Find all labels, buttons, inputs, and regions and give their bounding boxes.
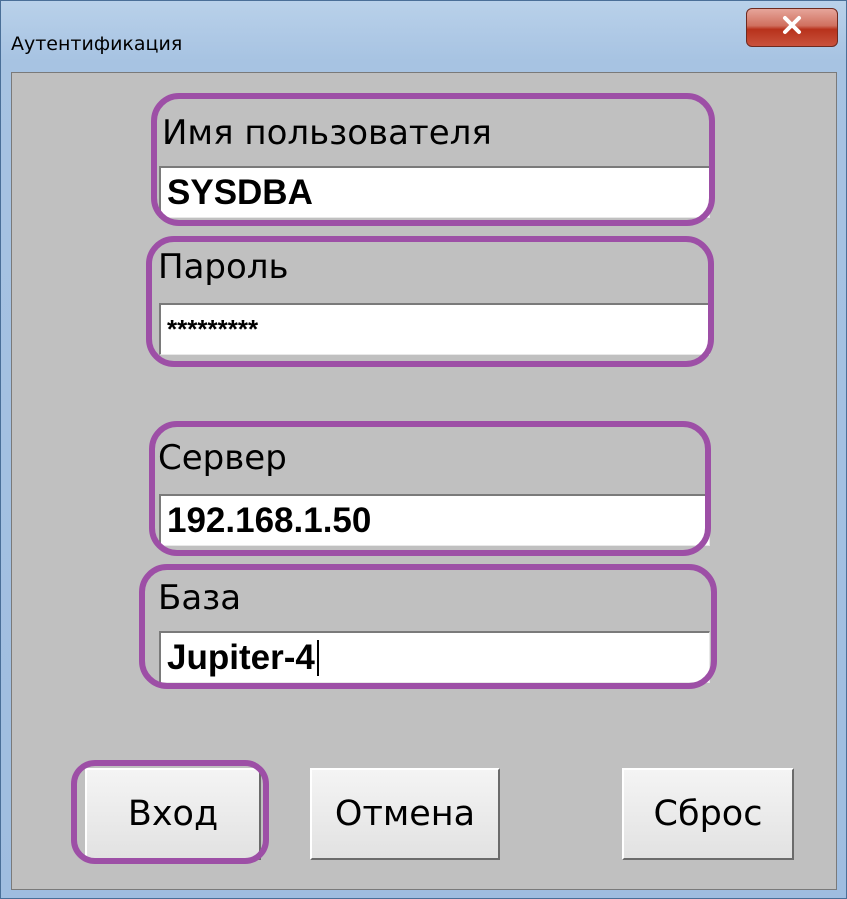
server-label: Сервер — [158, 438, 287, 478]
title-bar[interactable]: Аутентификация — [1, 1, 846, 71]
username-label: Имя пользователя — [162, 113, 492, 153]
window-title: Аутентификация — [11, 33, 183, 55]
close-button[interactable] — [746, 8, 838, 47]
password-input[interactable]: ********* — [159, 303, 710, 355]
database-value: Jupiter-4 — [167, 637, 315, 677]
server-input[interactable]: 192.168.1.50 — [159, 494, 710, 546]
reset-button[interactable]: Сброс — [622, 768, 794, 860]
auth-window: Аутентификация Имя пользователя SYSDBA П… — [0, 0, 847, 899]
database-label: База — [158, 578, 242, 618]
cancel-button[interactable]: Отмена — [310, 768, 500, 860]
server-value: 192.168.1.50 — [167, 500, 372, 540]
database-input[interactable]: Jupiter-4 — [159, 631, 710, 683]
password-label: Пароль — [158, 247, 289, 287]
username-input[interactable]: SYSDBA — [159, 166, 710, 218]
close-icon — [781, 15, 803, 40]
username-value: SYSDBA — [167, 172, 313, 212]
login-button[interactable]: Вход — [85, 768, 261, 860]
text-cursor — [316, 639, 319, 676]
password-value: ********* — [167, 314, 259, 344]
